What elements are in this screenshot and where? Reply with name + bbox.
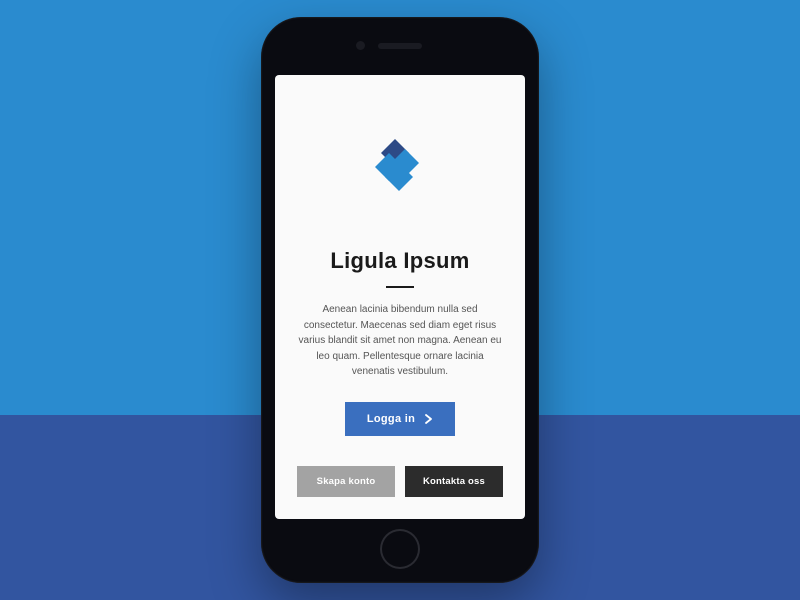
phone-frame: Ligula Ipsum Aenean lacinia bibendum nul… bbox=[261, 17, 539, 583]
app-screen: Ligula Ipsum Aenean lacinia bibendum nul… bbox=[275, 75, 525, 519]
login-button-label: Logga in bbox=[367, 413, 415, 425]
home-button[interactable] bbox=[380, 529, 420, 569]
contact-us-button[interactable]: Kontakta oss bbox=[405, 466, 503, 497]
create-account-button[interactable]: Skapa konto bbox=[297, 466, 395, 497]
phone-earpiece bbox=[378, 43, 422, 49]
secondary-button-row: Skapa konto Kontakta oss bbox=[297, 466, 503, 497]
login-button[interactable]: Logga in bbox=[345, 402, 455, 436]
app-logo-icon bbox=[365, 139, 435, 200]
chevron-right-icon bbox=[425, 414, 433, 424]
description-text: Aenean lacinia bibendum nulla sed consec… bbox=[297, 302, 503, 380]
title-divider bbox=[386, 286, 414, 288]
phone-camera bbox=[356, 41, 365, 50]
page-title: Ligula Ipsum bbox=[330, 248, 469, 274]
